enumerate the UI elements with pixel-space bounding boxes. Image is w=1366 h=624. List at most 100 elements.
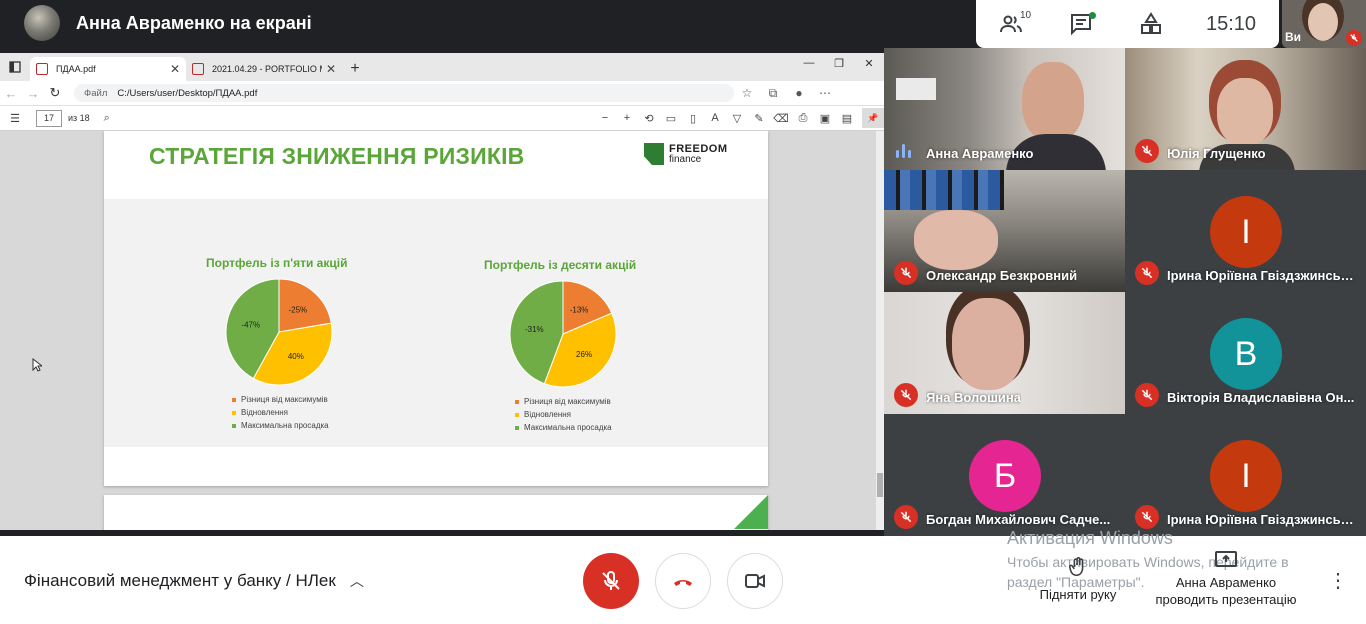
legend-label: Відновлення — [524, 410, 571, 419]
pie-data-label: -47% — [241, 321, 260, 330]
presenting-name: Анна Авраменко — [1175, 575, 1277, 590]
favorites-icon[interactable]: ☆ — [734, 86, 760, 100]
reload-icon[interactable]: ↻ — [44, 85, 66, 101]
chat-button[interactable] — [1046, 0, 1116, 48]
page-view-icon[interactable]: ▯ — [682, 112, 704, 125]
chart-1-legend: Різниця від максимумів Відновлення Макси… — [232, 393, 329, 432]
fit-page-icon[interactable]: ▭ — [660, 112, 682, 125]
activities-button[interactable] — [1116, 0, 1186, 48]
forward-icon[interactable]: → — [22, 86, 44, 101]
present-screen-icon — [1215, 551, 1237, 567]
leave-call-button[interactable] — [655, 553, 711, 609]
pdf-toolbar: ☰ 17 из 18 ⌕ − + ⟲ ▭ ▯ A ▽ ✎ ⌫ ⎙ ▣ ▤ 📌 — [0, 105, 884, 131]
erase-icon[interactable]: ⌫ — [770, 112, 792, 125]
mic-off-icon — [894, 383, 918, 407]
pie-data-label: -13% — [570, 306, 589, 315]
next-slide-page — [104, 495, 768, 530]
zoom-out-icon[interactable]: − — [594, 112, 616, 124]
chart-2-legend: Різниця від максимумів Відновлення Макси… — [515, 395, 612, 434]
legend-item: Різниця від максимумів — [232, 393, 329, 406]
pie-data-label: -25% — [288, 306, 307, 315]
participant-tile[interactable]: Б Богдан Михайлович Садче... — [884, 414, 1125, 536]
legend-label: Максимальна просадка — [241, 421, 329, 430]
back-icon[interactable]: ← — [0, 86, 22, 101]
raise-hand-button[interactable]: Підняти руку — [1036, 556, 1120, 602]
microphone-toggle-button[interactable] — [583, 553, 639, 609]
mic-off-icon — [1135, 139, 1159, 163]
pie-data-label: 26% — [576, 350, 592, 359]
participant-tile[interactable]: Олександр Безкровний — [884, 170, 1125, 292]
tab-pdaa[interactable]: ПДАА.pdf ✕ — [30, 57, 186, 81]
mic-off-icon — [1135, 383, 1159, 407]
tab-actions-icon[interactable] — [0, 53, 30, 81]
participant-tile[interactable]: Яна Волошина — [884, 292, 1125, 414]
legend-swatch — [232, 423, 236, 428]
legend-swatch — [232, 397, 236, 402]
mic-off-icon — [1135, 261, 1159, 285]
tab-portfolio[interactable]: 2021.04.29 - PORTFOLIO MAKER ✕ — [186, 57, 342, 81]
pdf-document-area[interactable]: СТРАТЕГІЯ ЗНИЖЕННЯ РИЗИКІВ FREEDOM finan… — [0, 131, 876, 530]
find-icon[interactable]: ⌕ — [96, 112, 118, 125]
participant-tile[interactable]: І Ірина Юріївна Гвіздзжинськ... — [1125, 170, 1366, 292]
self-view-tile[interactable]: Ви — [1282, 0, 1366, 48]
logo-mark — [644, 143, 664, 165]
pdf-scrollbar[interactable] — [876, 131, 884, 530]
presentation-status-button[interactable]: Анна Авраменко проводить презентацію — [1146, 550, 1306, 608]
unread-dot — [1089, 12, 1096, 19]
mic-off-icon — [1346, 30, 1362, 46]
url-path: C:/Users/user/Desktop/ПДАА.pdf — [117, 87, 258, 99]
close-window-icon[interactable]: ✕ — [854, 57, 884, 70]
more-options-icon[interactable]: ⋮ — [1328, 568, 1348, 593]
page-number-input[interactable]: 17 — [36, 109, 62, 127]
close-icon[interactable]: ✕ — [326, 62, 336, 76]
meeting-details-button[interactable]: Фінансовий менеджмент у банку / НЛек ︿ — [24, 571, 364, 591]
participant-name: Ірина Юріївна Гвіздзжинськ... — [1167, 512, 1357, 527]
participants-button[interactable]: 10 — [976, 0, 1046, 48]
mic-off-icon — [894, 505, 918, 529]
participants-count: 10 — [1020, 10, 1032, 21]
mic-off-icon — [1135, 505, 1159, 529]
legend-item: Відновлення — [515, 408, 612, 421]
save-icon[interactable]: ▣ — [814, 112, 836, 125]
read-aloud-icon[interactable]: A — [704, 112, 726, 124]
menu-icon[interactable]: ⋯ — [812, 86, 838, 100]
participant-head — [914, 210, 998, 270]
participant-name: Юлія Глущенко — [1167, 146, 1266, 161]
participant-tile[interactable]: Анна Авраменко — [884, 48, 1125, 170]
mouse-cursor-icon — [32, 358, 42, 372]
highlight-icon[interactable]: ✎ — [748, 112, 770, 125]
participant-tile[interactable]: В Вікторія Владиславівна Он... — [1125, 292, 1366, 414]
slide-page: СТРАТЕГІЯ ЗНИЖЕННЯ РИЗИКІВ FREEDOM finan… — [104, 131, 768, 486]
print-icon[interactable]: ⎙ — [792, 112, 814, 125]
participant-avatar-initial: І — [1210, 196, 1282, 268]
presenter-name: Анна Авраменко на екрані — [76, 12, 312, 33]
participant-face — [1217, 78, 1273, 146]
contents-icon[interactable]: ☰ — [4, 112, 26, 125]
pie-data-label: -31% — [525, 325, 544, 334]
pin-toolbar-icon[interactable]: 📌 — [862, 108, 884, 128]
mic-off-icon — [894, 261, 918, 285]
draw-icon[interactable]: ▽ — [726, 112, 748, 125]
chevron-up-icon: ︿ — [349, 573, 364, 589]
rotate-icon[interactable]: ⟲ — [638, 112, 660, 125]
url-field[interactable]: Файл C:/Users/user/Desktop/ПДАА.pdf — [74, 84, 734, 102]
collections-icon[interactable]: ⧉ — [760, 86, 786, 101]
new-tab-button[interactable]: + — [342, 57, 368, 81]
slide-title: СТРАТЕГІЯ ЗНИЖЕННЯ РИЗИКІВ — [149, 143, 525, 169]
mic-off-icon — [602, 571, 620, 590]
legend-label: Різниця від максимумів — [524, 397, 611, 406]
profile-icon[interactable]: ● — [786, 86, 812, 100]
participant-tile[interactable]: Юлія Глущенко — [1125, 48, 1366, 170]
presenting-label: проводить презентацію — [1155, 592, 1297, 607]
participant-tile[interactable]: І Ірина Юріївна Гвіздзжинськ... — [1125, 414, 1366, 536]
camera-toggle-button[interactable] — [727, 553, 783, 609]
pdf-scrollbar-thumb[interactable] — [877, 473, 883, 497]
legend-swatch — [515, 412, 519, 417]
freedom-logo-backdrop — [896, 78, 936, 100]
minimize-icon[interactable]: — — [794, 57, 824, 70]
zoom-in-icon[interactable]: + — [616, 112, 638, 124]
save-as-icon[interactable]: ▤ — [836, 112, 858, 125]
pie-chart-five-stocks: -25% 40% -47% — [225, 278, 333, 386]
close-icon[interactable]: ✕ — [170, 62, 180, 76]
restore-icon[interactable]: ❐ — [824, 57, 854, 70]
